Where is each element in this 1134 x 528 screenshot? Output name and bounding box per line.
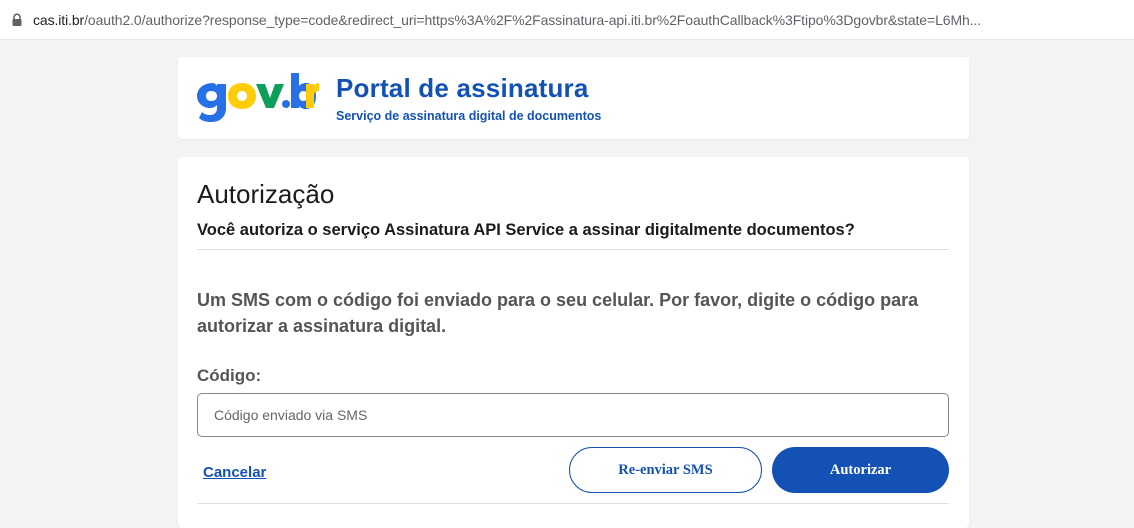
sms-instructions: Um SMS com o código foi enviado para o s… — [197, 290, 919, 336]
authorization-card: Autorização Você autoriza o serviço Assi… — [178, 157, 969, 528]
authorization-question: Você autoriza o serviço Assinatura API S… — [197, 221, 855, 239]
divider-bottom — [197, 503, 949, 504]
url-text[interactable]: cas.iti.br/oauth2.0/authorize?response_t… — [33, 12, 981, 28]
portal-subtitle: Serviço de assinatura digital de documen… — [336, 109, 602, 123]
lock-icon — [12, 12, 22, 26]
cancel-link[interactable]: Cancelar — [203, 464, 266, 481]
url-path: /oauth2.0/authorize?response_type=code&r… — [84, 11, 982, 28]
resend-sms-button[interactable]: Re-enviar SMS — [569, 447, 762, 493]
page-title: Autorização — [197, 179, 335, 209]
authorize-button[interactable]: Autorizar — [772, 447, 949, 493]
portal-header: Portal de assinatura Serviço de assinatu… — [178, 57, 969, 139]
code-label: Código: — [197, 366, 262, 385]
url-host: cas.iti.br — [33, 11, 85, 28]
portal-title: Portal de assinatura — [336, 73, 589, 103]
sms-code-input[interactable] — [197, 393, 949, 437]
address-bar[interactable]: cas.iti.br/oauth2.0/authorize?response_t… — [0, 0, 1134, 40]
govbr-logo — [197, 73, 319, 122]
divider — [197, 249, 949, 250]
